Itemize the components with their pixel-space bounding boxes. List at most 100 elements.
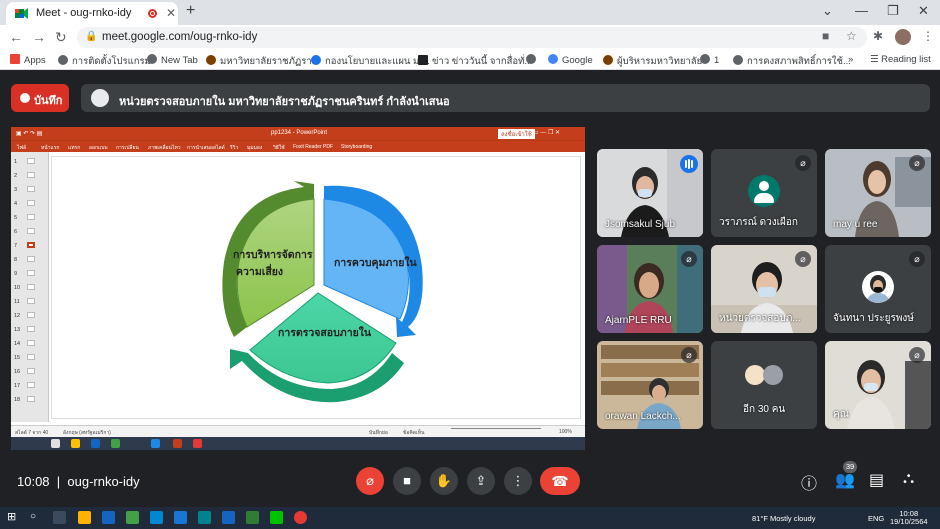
slide-thumbnail[interactable]: 9 [11,268,49,280]
more-participants-tile[interactable]: อีก 30 คน [711,341,817,429]
activities-icon[interactable]: ⛬ [903,470,914,488]
windows-start-icon[interactable]: ⊞ [7,510,20,523]
slide-thumbnail-pane[interactable]: 1 2 3 4 5 6 7 8 9 10 11 12 13 14 15 16 17 18 [11,152,49,422]
self-tile[interactable]: ⌀ คุณ [825,341,931,429]
address-bar[interactable]: 🔒 meet.google.com/oug-rnko-idy [77,27,867,48]
app-icon[interactable] [150,511,163,524]
ppt-sign-in[interactable]: ลงชื่อเข้าใช้ [498,129,535,139]
slide-thumbnail[interactable]: 4 [11,198,49,210]
participant-tile[interactable]: ⌀ AjarnPLE RRU [597,245,703,333]
ribbon-tab[interactable]: ออกแบบ [89,144,108,152]
bookmark-item[interactable]: ข่าว ข่าววันนี้ จากสื่อทั่... [418,54,532,69]
forward-arrow-icon[interactable]: → [32,29,46,45]
input-language[interactable]: ENG [868,514,884,523]
bookmark-item[interactable]: มหาวิทยาลัยราชภัฏรา... [206,54,320,69]
ppt-window-controls[interactable]: ▭ — ❐ ✕ [533,129,560,136]
more-options-button[interactable]: ⋮ [504,467,532,495]
maximize-button[interactable]: ❐ [887,3,899,19]
participant-tile[interactable]: ⌀ orawan Lackch... [597,341,703,429]
raise-hand-button[interactable]: ✋ [430,467,458,495]
ribbon-tab[interactable]: การเปลี่ยน [116,144,139,152]
participant-tile[interactable]: ⌀ จันทนา ประยูรพงษ์ [825,245,931,333]
slide-thumbnail[interactable]: 1 [11,156,49,168]
ribbon-tab[interactable]: รีวิว [230,144,238,152]
system-clock[interactable]: 10:08 19/10/2564 [890,510,928,526]
bookmark-item[interactable]: การคงสภาพสิทธิ์การใช้... [733,54,851,69]
extensions-icon[interactable]: ✱ [873,29,883,43]
ribbon-tab[interactable]: การนำเสนอสไลด์ [187,144,225,152]
app-icon[interactable] [174,511,187,524]
more-bookmarks-icon[interactable]: » [848,54,853,65]
close-window-button[interactable]: ✕ [918,3,929,19]
bookmark-star-icon[interactable]: ☆ [846,29,857,43]
slide-thumbnail[interactable]: 8 [11,254,49,266]
slide-thumbnail[interactable]: 18 [11,394,49,406]
profile-avatar[interactable] [895,29,911,45]
ribbon-tab[interactable]: Foxit Reader PDF [293,144,333,150]
bookmark-item[interactable]: New Tab [147,54,198,66]
slide-thumbnail[interactable]: 13 [11,324,49,336]
participant-tile[interactable]: ⌀ วราภรณ์ ดวงเผือก [711,149,817,237]
weather-widget[interactable]: 81°F Mostly cloudy [752,514,815,523]
zoom-level[interactable]: 100% [559,429,572,435]
bookmark-item[interactable]: กองนโยบายและแผน ม.... [311,54,430,69]
reading-list[interactable]: ☰ Reading list [870,54,931,65]
file-explorer-icon[interactable] [78,511,91,524]
edge-icon[interactable] [198,511,211,524]
tab-search-icon[interactable]: ⌄ [822,3,833,19]
minimize-button[interactable]: — [855,3,868,18]
slide-thumbnail[interactable]: 11 [11,296,49,308]
mic-toggle-button[interactable]: ⌀ [356,467,384,495]
slide-thumbnail[interactable]: 6 [11,226,49,238]
chrome-menu-icon[interactable]: ⋮ [922,29,934,43]
meeting-details-icon[interactable]: ⓘ [801,470,817,494]
bookmark-item[interactable] [526,54,540,66]
app-icon[interactable] [126,511,139,524]
ribbon-tab[interactable]: ภาพเคลื่อนไหว [148,144,181,152]
ribbon-tab[interactable]: มุมมอง [247,144,262,152]
browser-tab[interactable]: Meet - oug-rnko-idy ✕ [6,2,178,25]
bookmark-apps[interactable]: Apps [10,54,46,66]
comments-button[interactable]: ข้อคิดเห็น [403,429,424,437]
slide-thumbnail[interactable]: 14 [11,338,49,350]
new-tab-button[interactable]: + [186,2,195,20]
ribbon-tab[interactable]: แทรก [68,144,80,152]
slide-thumbnail[interactable]: 2 [11,170,49,182]
bookmark-item[interactable]: ผู้บริหารมหาวิทยาลัย [603,54,702,69]
zoom-slider[interactable] [451,428,541,434]
ribbon-tab[interactable]: Storyboarding [341,144,372,150]
participant-tile[interactable]: ⌀ หน่วยตรวจสอบภ... [711,245,817,333]
camera-indicator-icon[interactable]: ■ [822,29,829,43]
bookmark-item[interactable]: การติดตั้งโปรแกรม [58,54,151,69]
present-button[interactable]: ⇪ [467,467,495,495]
slide-thumbnail[interactable]: 5 [11,212,49,224]
slide-thumbnail[interactable]: 3 [11,184,49,196]
chat-icon[interactable]: ▤ [869,470,884,490]
back-arrow-icon[interactable]: ← [9,29,23,45]
app-icon[interactable] [102,511,115,524]
search-icon[interactable]: ○ [30,511,43,524]
slide-thumbnail[interactable]: 7 [11,240,49,252]
end-call-button[interactable]: ☎ [540,467,580,495]
close-tab-icon[interactable]: ✕ [166,6,176,20]
task-view-icon[interactable] [53,511,66,524]
record-button[interactable]: บันทึก [11,84,69,112]
slide-thumbnail[interactable]: 10 [11,282,49,294]
participant-tile[interactable]: Jsomsakul Sjub [597,149,703,237]
excel-icon[interactable] [246,511,259,524]
camera-toggle-button[interactable]: ■ [393,467,421,495]
line-icon[interactable] [270,511,283,524]
ribbon-tab[interactable]: วิธีใช้ [273,144,285,152]
slide-thumbnail[interactable]: 15 [11,352,49,364]
ribbon-tab[interactable]: หน้าแรก [41,144,59,152]
notes-button[interactable]: บันทึกย่อ [369,429,388,437]
bookmark-google[interactable]: Google [548,54,593,66]
slide-thumbnail[interactable]: 17 [11,380,49,392]
reload-icon[interactable]: ↻ [55,29,67,46]
ribbon-tab[interactable]: ไฟล์ [17,144,26,152]
bookmark-item[interactable]: 1 [700,54,719,66]
slide-thumbnail[interactable]: 16 [11,366,49,378]
word-icon[interactable] [222,511,235,524]
participant-tile[interactable]: ⌀ may u ree [825,149,931,237]
people-icon[interactable]: 👥 [835,470,855,490]
